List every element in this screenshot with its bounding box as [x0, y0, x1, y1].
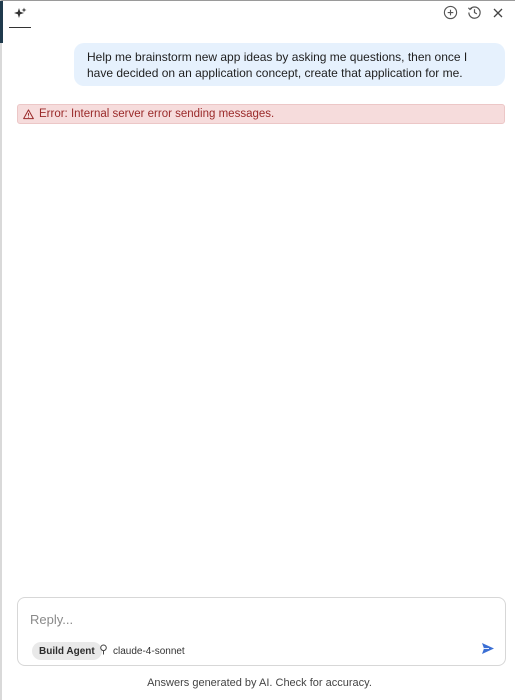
error-banner: Error: Internal server error sending mes…	[17, 104, 505, 124]
message-composer: Build Agent claude-4-sonnet	[17, 597, 506, 666]
history-icon	[467, 5, 482, 25]
sparkle-icon	[13, 7, 27, 26]
close-icon	[492, 6, 504, 24]
ai-assistant-tab[interactable]	[9, 5, 31, 28]
model-label: claude-4-sonnet	[113, 645, 185, 657]
history-button[interactable]	[465, 6, 483, 24]
model-selector[interactable]: claude-4-sonnet	[99, 643, 185, 659]
user-message-text: Help me brainstorm new app ideas by aski…	[87, 50, 468, 80]
close-button[interactable]	[489, 6, 507, 24]
header-actions	[441, 5, 507, 25]
send-button[interactable]	[480, 643, 496, 659]
user-message: Help me brainstorm new app ideas by aski…	[74, 43, 505, 86]
panel-header	[2, 1, 515, 31]
send-icon	[481, 642, 495, 660]
pin-icon	[99, 644, 108, 658]
warning-icon	[23, 108, 34, 120]
new-chat-button[interactable]	[441, 5, 459, 25]
agent-label: Build Agent	[39, 645, 95, 657]
reply-input[interactable]	[30, 610, 470, 628]
error-text: Error: Internal server error sending mes…	[39, 108, 275, 120]
agent-selector-chip[interactable]: Build Agent	[32, 642, 102, 660]
add-circle-icon	[443, 5, 458, 25]
ai-disclaimer: Answers generated by AI. Check for accur…	[147, 677, 372, 689]
chat-panel: Help me brainstorm new app ideas by aski…	[0, 0, 515, 700]
